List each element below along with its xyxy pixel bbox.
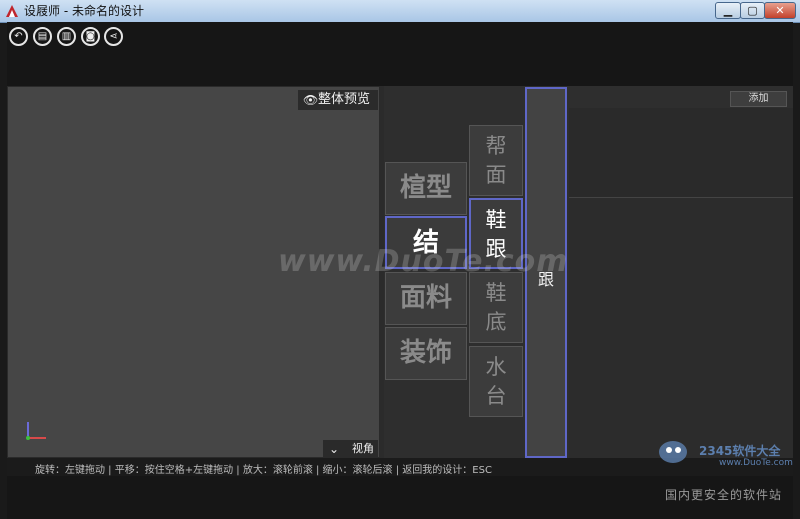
submenu-char: 水 xyxy=(485,355,507,379)
item-options-area xyxy=(569,198,793,458)
minimize-button[interactable]: ▁ xyxy=(715,2,741,19)
menu-last-type[interactable]: 楦型 xyxy=(385,162,467,215)
submenu-char: 面 xyxy=(485,163,507,187)
window-title: 设屐师 - 未命名的设计 xyxy=(24,4,144,18)
watermark-badge: 2345软件大全 www.DuoTe.com 国内更安全的软件站 xyxy=(657,436,797,502)
submenu-char: 鞋 xyxy=(485,281,507,305)
submenu-char: 鞋 xyxy=(485,208,507,232)
menu-label: 楦型 xyxy=(399,173,452,203)
watermark-url: www.DuoTe.com xyxy=(719,458,793,468)
save-icon: ▤ xyxy=(37,31,48,42)
share-icon: ⋖ xyxy=(109,31,118,42)
save-as-icon: ▥ xyxy=(61,31,72,42)
overall-preview-label: 整体预览 xyxy=(318,92,371,107)
save-button[interactable]: ▤ xyxy=(33,27,52,46)
undo-button[interactable]: ↶ xyxy=(9,27,28,46)
submenu-char: 底 xyxy=(485,310,507,334)
watermark-logo xyxy=(659,441,687,463)
submenu-char: 台 xyxy=(485,384,507,408)
maximize-button[interactable]: ▢ xyxy=(740,2,765,19)
title-bar: 设屐师 - 未命名的设计 ▁ ▢ ✕ xyxy=(0,0,800,23)
view-angle-label: 视角 xyxy=(352,442,374,455)
overall-preview-button[interactable]: 👁 整体预览 xyxy=(298,90,378,110)
watermark-text: www.DuoTe.com xyxy=(278,244,569,279)
submenu-upper[interactable]: 帮 面 xyxy=(469,125,523,196)
save-as-button[interactable]: ▥ xyxy=(57,27,76,46)
menu-label: 装饰 xyxy=(399,338,452,368)
camera-icon: ◙ xyxy=(85,31,96,42)
menu-fabric[interactable]: 面料 xyxy=(385,272,467,325)
menu-decoration[interactable]: 装饰 xyxy=(385,327,467,380)
eye-icon: 👁 xyxy=(303,93,319,107)
undo-icon: ↶ xyxy=(14,31,23,42)
watermark-brand: 2345软件大全 xyxy=(699,444,781,458)
app-logo xyxy=(6,5,18,17)
submenu-sole[interactable]: 鞋 底 xyxy=(469,272,523,343)
submenu-platform[interactable]: 水 台 xyxy=(469,346,523,417)
watermark-tagline: 国内更安全的软件站 xyxy=(665,488,783,502)
view-angle-button[interactable]: ⌄ 视角 xyxy=(323,440,378,458)
axis-gizmo xyxy=(26,422,46,440)
screenshot-button[interactable]: ◙ xyxy=(81,27,100,46)
share-button[interactable]: ⋖ xyxy=(104,27,123,46)
add-button[interactable]: 添加 xyxy=(730,91,787,107)
chevron-down-icon: ⌄ xyxy=(329,442,340,456)
status-hint: 旋转：左键拖动 | 平移：按住空格+左键拖动 | 放大：滚轮前滚 | 缩小：滚轮… xyxy=(35,465,492,476)
menu-label: 面料 xyxy=(399,283,452,313)
close-button[interactable]: ✕ xyxy=(764,2,796,19)
submenu-char: 帮 xyxy=(485,134,507,158)
item-gallery xyxy=(569,108,793,198)
